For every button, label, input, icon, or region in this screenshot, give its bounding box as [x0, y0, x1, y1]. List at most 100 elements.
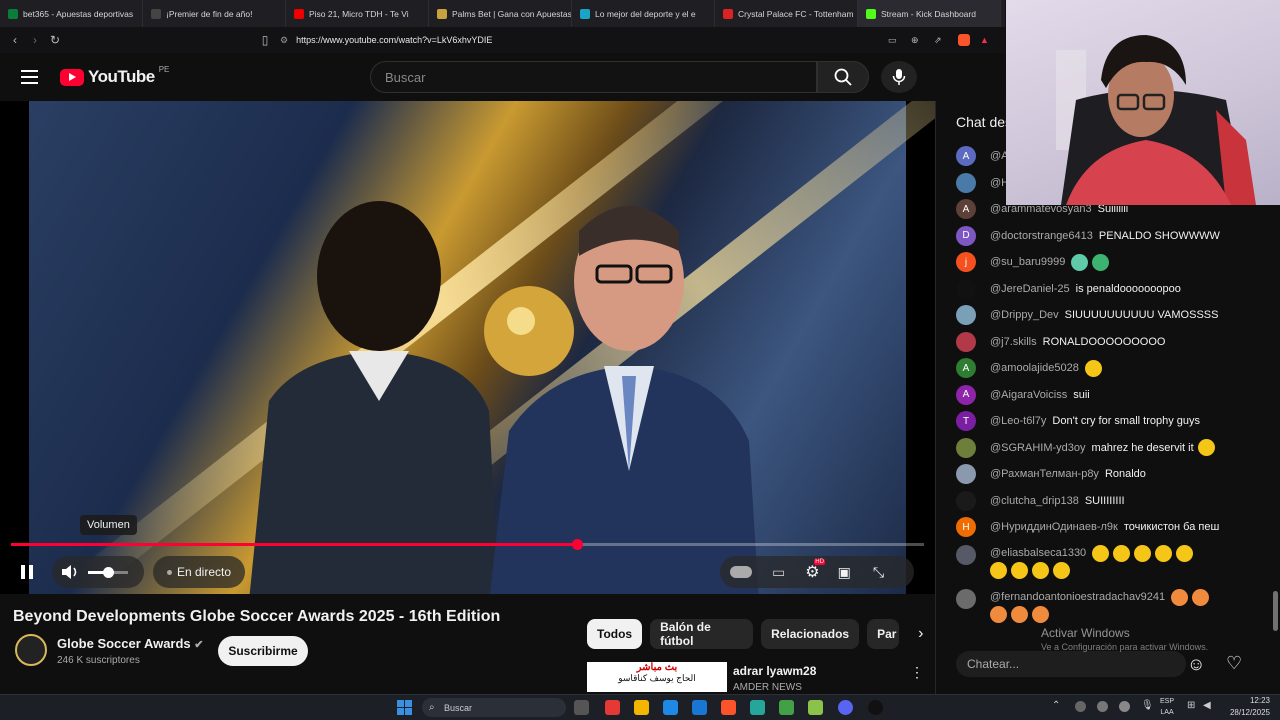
- recommended-title[interactable]: adrar lyawm28: [733, 664, 816, 678]
- speaker-icon[interactable]: ◀: [1203, 700, 1211, 711]
- discord-icon[interactable]: [838, 700, 853, 715]
- browser-tab[interactable]: Palms Bet | Gana con Apuestas: [429, 0, 572, 27]
- emoji-picker-icon[interactable]: ☺: [1187, 654, 1205, 675]
- browser-tab-active[interactable]: Stream - Kick Dashboard: [858, 0, 1001, 27]
- keyboard-language[interactable]: ESP LAA: [1160, 696, 1174, 718]
- tray-chevron-icon[interactable]: ⌃: [1052, 700, 1060, 711]
- volume-knob[interactable]: [103, 566, 114, 578]
- chat-input[interactable]: Chatear...: [956, 651, 1186, 677]
- subtitles-icon[interactable]: ▭: [772, 564, 785, 581]
- more-options-icon[interactable]: ⋮: [910, 664, 924, 681]
- chat-message: T @Leo-t6l7y Don't cry for small trophy gu…: [956, 408, 1271, 435]
- chat-avatar: [956, 464, 976, 485]
- subscribe-button[interactable]: Suscribirme: [218, 636, 308, 666]
- channel-avatar[interactable]: [15, 634, 47, 666]
- search-icon: ⌕: [429, 702, 435, 713]
- chat-message: @JereDaniel-25 is penaldooooooopoo: [956, 276, 1271, 303]
- brave-shield-icon[interactable]: [958, 34, 970, 46]
- game-app-icon[interactable]: [779, 700, 794, 715]
- back-icon[interactable]: ‹: [5, 33, 25, 47]
- chips-next-icon[interactable]: ›: [907, 619, 936, 649]
- chat-message: D @doctorstrange6413 PENALDO SHOWWWW: [956, 223, 1271, 250]
- chat-message-list[interactable]: A @A @H A @arammatevosyan3 Suiiiiiii D @doct…: [956, 143, 1271, 629]
- store-icon[interactable]: [663, 700, 678, 715]
- chat-avatar: [956, 172, 976, 193]
- tab-favicon-icon: [580, 8, 590, 19]
- chat-message: j @su_baru9999: [956, 249, 1271, 276]
- windows-start-icon[interactable]: [397, 700, 412, 715]
- progress-played: [11, 543, 578, 546]
- forward-icon[interactable]: ›: [25, 33, 45, 47]
- system-clock[interactable]: 12:23 28/12/2025: [1230, 695, 1270, 719]
- progress-scrubber[interactable]: [572, 539, 584, 550]
- obs-icon[interactable]: [868, 700, 883, 715]
- task-view-icon[interactable]: [574, 700, 589, 715]
- chip-more[interactable]: Par: [867, 619, 899, 649]
- emoji-icon: [1092, 253, 1110, 271]
- url-text[interactable]: https://www.youtube.com/watch?v=LkV6xhvY…: [296, 35, 492, 45]
- address-bar[interactable]: ⚙ https://www.youtube.com/watch?v=LkV6xh…: [280, 31, 880, 49]
- share-icon[interactable]: ⇗: [934, 35, 942, 46]
- pause-button[interactable]: [15, 556, 39, 588]
- autoplay-toggle[interactable]: [730, 566, 752, 578]
- presenter-figure: [249, 201, 499, 594]
- chip-all[interactable]: Todos: [587, 619, 643, 649]
- video-player[interactable]: Volumen En directo ▭ ⚙ HD ▣ ⤡: [0, 101, 935, 594]
- chip-related[interactable]: Relacionados: [761, 619, 860, 649]
- file-explorer-icon[interactable]: [634, 700, 649, 715]
- heart-icon[interactable]: ♡: [1226, 653, 1242, 674]
- rofl-emoji-icon: [1032, 561, 1049, 579]
- browser-tab-strip: bet365 - Apuestas deportivas ¡Premier de…: [0, 0, 1005, 27]
- recommended-thumbnail[interactable]: بث مباشر الحاج يوسف كناقاسو: [587, 662, 727, 692]
- live-indicator[interactable]: En directo: [153, 556, 246, 588]
- progress-bar[interactable]: [11, 539, 924, 550]
- volume-control[interactable]: [52, 556, 144, 588]
- network-icon[interactable]: ⊞: [1187, 700, 1195, 711]
- calculator-icon[interactable]: [808, 700, 823, 715]
- hamburger-menu-icon[interactable]: [21, 70, 38, 88]
- rofl-emoji-icon: [990, 561, 1007, 579]
- screenshot-icon[interactable]: ▭: [888, 35, 897, 46]
- browser-tab[interactable]: ¡Premier de fin de año!: [143, 0, 286, 27]
- tab-favicon-icon: [151, 8, 161, 19]
- site-settings-icon[interactable]: ⚙: [280, 35, 288, 46]
- settings-icon[interactable]: ⚙ HD: [805, 559, 825, 582]
- outlook-icon[interactable]: [692, 700, 707, 715]
- fullscreen-exit-icon[interactable]: ⤡: [873, 564, 884, 581]
- tray-app-icon[interactable]: [1075, 701, 1086, 712]
- volume-icon[interactable]: [60, 563, 80, 581]
- tray-app-icon[interactable]: [1097, 701, 1108, 712]
- reload-icon[interactable]: ↻: [45, 33, 65, 47]
- browser-tab[interactable]: Lo mejor del deporte y el e: [572, 0, 715, 27]
- chat-message: @fernandoantonioestradachav9241: [956, 585, 1271, 629]
- browser-tab[interactable]: Crystal Palace FC - Tottenham: [715, 0, 858, 27]
- exploding-head-emoji-icon: [1011, 605, 1028, 623]
- chat-message: A @AigaraVoiciss suii: [956, 382, 1271, 409]
- notepad-icon[interactable]: [750, 700, 765, 715]
- search-icon: [834, 68, 852, 86]
- miniplayer-icon[interactable]: ▣: [838, 564, 851, 581]
- search-input[interactable]: Buscar: [370, 61, 817, 93]
- taskbar-search[interactable]: ⌕ Buscar: [422, 698, 566, 717]
- voice-search-button[interactable]: [881, 61, 917, 93]
- browser-tab[interactable]: Piso 21, Micro TDH - Te Vi: [286, 0, 429, 27]
- chat-scrollbar[interactable]: [1273, 201, 1278, 681]
- brave-rewards-icon[interactable]: ▲: [980, 35, 989, 45]
- microphone-tray-icon[interactable]: 🎙: [1141, 700, 1154, 711]
- channel-name[interactable]: Globe Soccer Awards ✔: [57, 636, 204, 651]
- recommended-channel[interactable]: AMDER NEWS: [733, 682, 802, 693]
- chat-scrollbar-thumb[interactable]: [1273, 591, 1278, 631]
- streamer-figure: [1056, 35, 1256, 205]
- pensive-emoji-icon: [1197, 439, 1215, 457]
- bookmark-icon[interactable]: ▯: [255, 33, 275, 47]
- volume-slider[interactable]: [88, 566, 128, 578]
- brave-browser-icon[interactable]: [721, 700, 736, 715]
- youtube-logo[interactable]: YouTube PE: [60, 65, 169, 87]
- live-dot-icon: [167, 569, 172, 575]
- search-button[interactable]: [817, 61, 869, 93]
- tray-app-icon[interactable]: [1119, 701, 1130, 712]
- chip-soccer-ball[interactable]: Balón de fútbol: [650, 619, 754, 649]
- office-icon[interactable]: [605, 700, 620, 715]
- zoom-icon[interactable]: ⊕: [911, 35, 919, 46]
- browser-tab[interactable]: bet365 - Apuestas deportivas: [0, 0, 143, 27]
